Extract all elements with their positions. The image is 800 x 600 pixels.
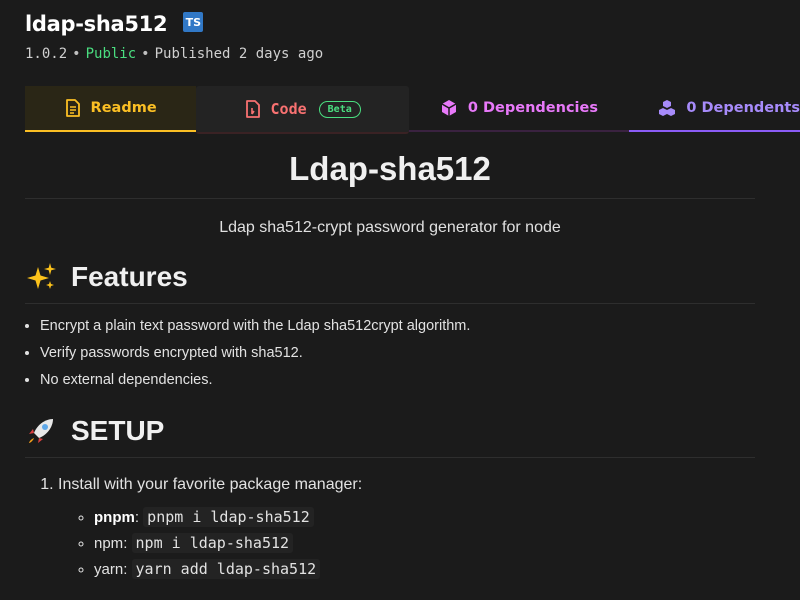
pm-name: pnpm: [94, 509, 135, 526]
list-item: Verify passwords encrypted with sha512.: [40, 345, 755, 372]
tab-readme-label: Readme: [90, 100, 157, 116]
features-list: Encrypt a plain text password with the L…: [25, 318, 755, 399]
list-item: npm: npm i ldap-sha512: [94, 533, 755, 560]
tab-readme[interactable]: Readme: [25, 86, 197, 132]
tab-code[interactable]: Code Beta: [196, 86, 410, 134]
readme-icon: [65, 99, 81, 117]
install-command: yarn add ldap-sha512: [131, 559, 321, 579]
list-item: pnpm: pnpm i ldap-sha512: [94, 507, 755, 534]
tab-code-label: Code: [270, 100, 307, 118]
pm-separator: :: [134, 509, 139, 526]
tab-dependents-label: 0 Dependents: [686, 100, 800, 116]
tab-dependents[interactable]: 0 Dependents: [628, 86, 800, 132]
tab-dependencies-label: 0 Dependencies: [467, 100, 598, 116]
step-text: Install with your favorite package manag…: [58, 476, 363, 493]
pm-name: yarn: [94, 561, 124, 578]
pm-separator: :: [123, 535, 128, 552]
visibility-label: Public: [85, 46, 137, 62]
box-icon: [440, 99, 458, 117]
package-name: ldap-sha512: [25, 12, 168, 36]
readme-content: Ldap-sha512 Ldap sha512-crypt password g…: [25, 132, 755, 586]
features-heading: Features: [25, 261, 755, 304]
published-date: Published 2 days ago: [154, 46, 324, 62]
features-heading-text: Features: [71, 261, 188, 292]
list-item: Encrypt a plain text password with the L…: [40, 318, 755, 345]
package-tabs: Readme Code Beta 0 Dependencies 0 Depend…: [25, 86, 800, 134]
list-item: Install with your favorite package manag…: [58, 476, 755, 586]
separator-dot: •: [141, 46, 150, 62]
readme-title: Ldap-sha512: [25, 150, 755, 199]
list-item: No external dependencies.: [40, 372, 755, 399]
code-file-icon: [245, 100, 261, 118]
rocket-icon: [25, 415, 59, 447]
setup-steps: Install with your favorite package manag…: [25, 476, 755, 586]
beta-badge: Beta: [318, 100, 361, 118]
boxes-icon: [658, 99, 676, 117]
install-command: npm i ldap-sha512: [131, 533, 294, 553]
package-version: 1.0.2: [25, 46, 68, 62]
package-meta: 1.0.2 • Public • Published 2 days ago: [25, 46, 785, 62]
separator-dot: •: [72, 46, 81, 62]
setup-heading-text: SETUP: [71, 415, 165, 446]
package-header: ldap-sha512 TS 1.0.2 • Public • Published 2 …: [25, 12, 785, 62]
package-manager-list: pnpm: pnpm i ldap-sha512 npm: npm i ldap…: [58, 507, 755, 586]
tab-dependencies[interactable]: 0 Dependencies: [409, 86, 629, 132]
install-command: pnpm i ldap-sha512: [143, 507, 314, 527]
typescript-icon: TS: [183, 12, 204, 32]
readme-description: Ldap sha512-crypt password generator for…: [219, 219, 561, 236]
package-title-row: ldap-sha512 TS: [25, 12, 785, 36]
list-item: yarn: yarn add ldap-sha512: [94, 559, 755, 586]
setup-heading: SETUP: [25, 415, 755, 458]
pm-separator: :: [123, 561, 128, 578]
pm-name: npm: [94, 535, 124, 552]
sparkles-icon: [25, 261, 59, 293]
